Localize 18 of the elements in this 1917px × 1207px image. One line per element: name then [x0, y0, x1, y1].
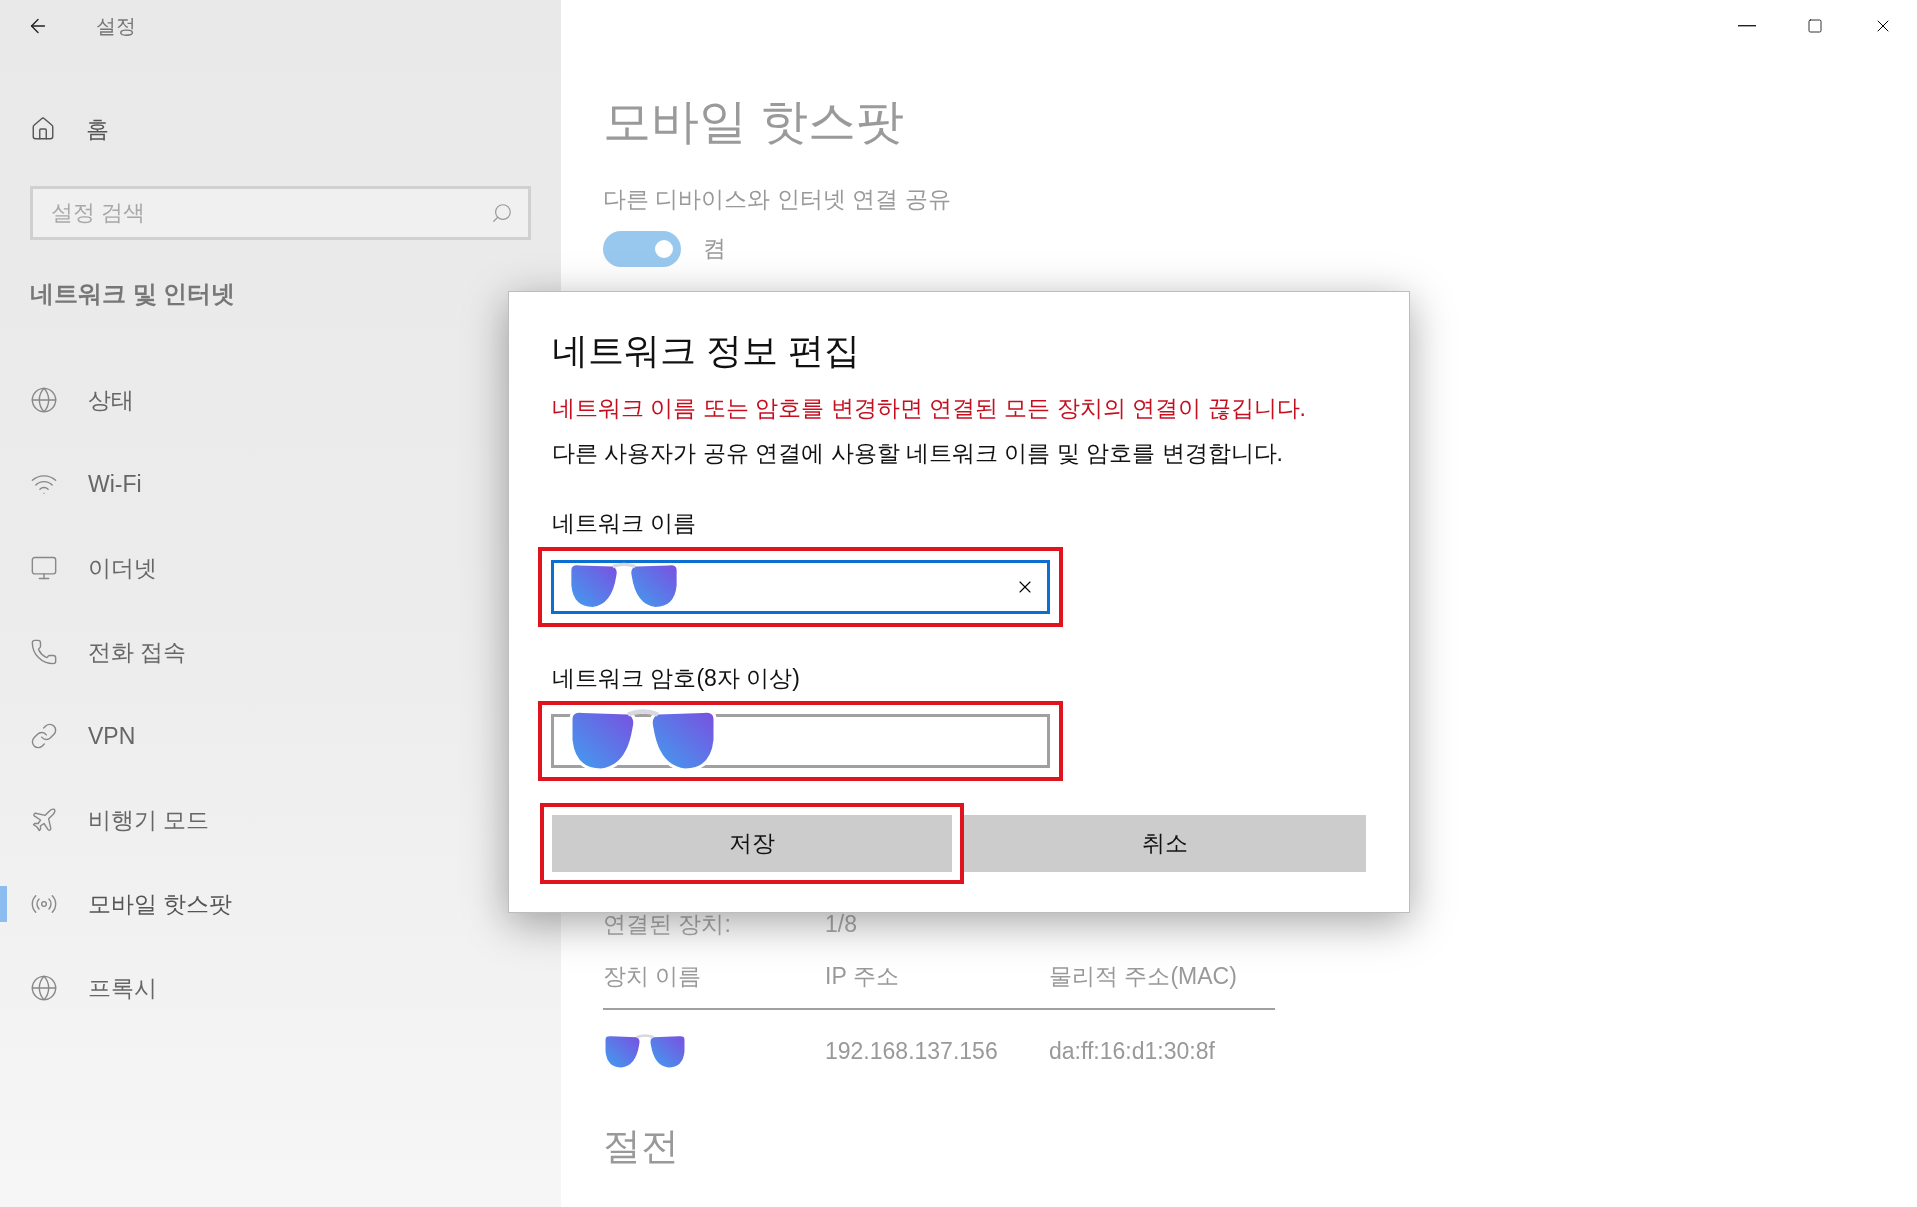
column-header: IP 주소: [825, 962, 900, 991]
dialog-title: 네트워크 정보 편집: [552, 329, 861, 373]
field-label: 네트워크 이름: [552, 509, 698, 538]
table-cell-text: 192.168.137.156: [825, 1037, 999, 1067]
warning-text: 네트워크 이름 또는 암호를 변경하면 연결된 모든 장치의 연결이 끊깁니다.: [552, 394, 1307, 423]
window-title: 설정: [96, 14, 136, 39]
connected-value: 1/8: [825, 909, 857, 939]
description-text: 다른 사용자가 공유 연결에 사용할 네트워크 이름 및 암호를 변경합니다.: [552, 438, 1284, 468]
section-heading: 네트워크 및 인터넷: [30, 279, 237, 309]
table-cell-text: da:ff:16:d1:30:8f: [1049, 1037, 1215, 1067]
connected-label: 연결된 장치:: [603, 909, 732, 939]
column-header: 장치 이름: [603, 962, 703, 991]
field-label: 네트워크 암호(8자 이상): [552, 663, 801, 693]
section-title: 절전: [603, 1123, 680, 1169]
toggle-label: 켬: [703, 234, 726, 264]
share-label: 다른 디바이스와 인터넷 연결 공유: [603, 185, 952, 214]
page-title: 모바일 핫스팟: [603, 98, 906, 146]
column-header: 물리적 주소(MAC): [1049, 962, 1237, 991]
